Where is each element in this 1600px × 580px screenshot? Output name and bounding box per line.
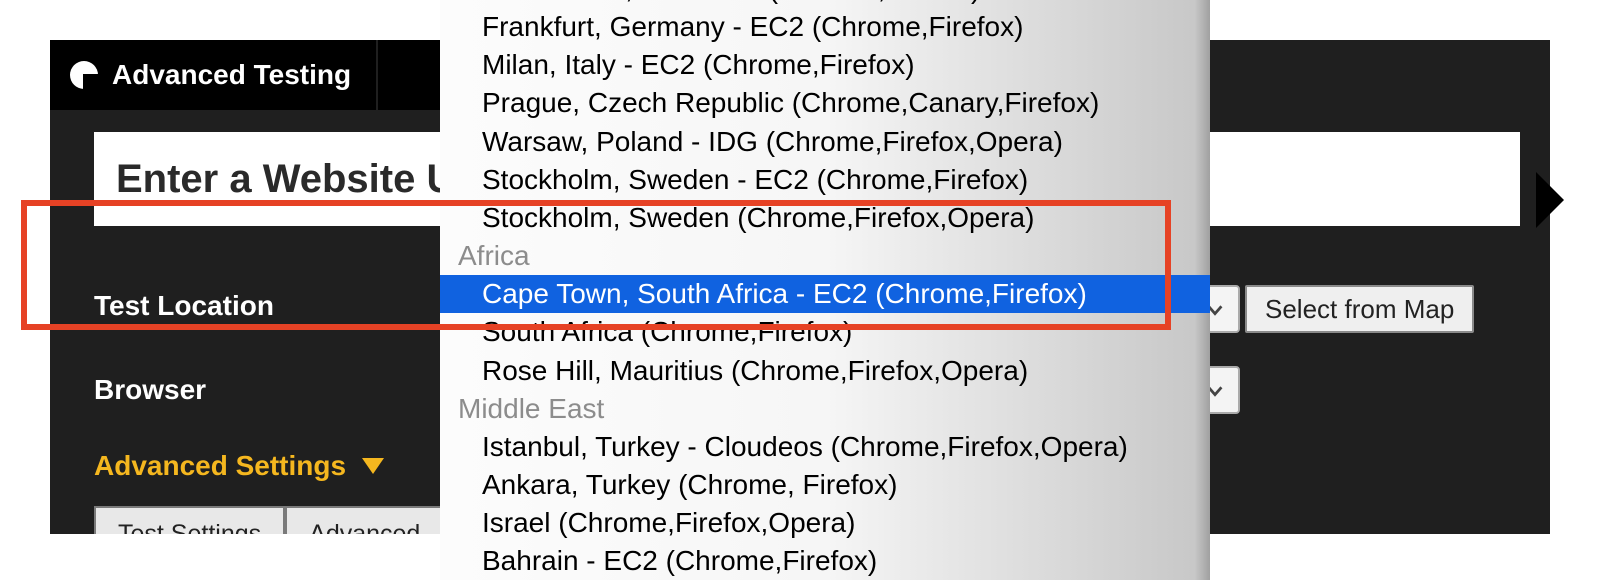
dropdown-option[interactable]: Istanbul, Turkey - Cloudeos (Chrome,Fire… [440, 428, 1210, 466]
tab-test-settings-label: Test Settings [118, 520, 261, 534]
browser-label: Browser [94, 374, 206, 406]
test-location-dropdown-menu[interactable]: Amsterdam, NL - GCE (Chrome,Firefox)Fran… [440, 0, 1210, 580]
tab-advanced[interactable]: Advanced [285, 506, 444, 534]
dropdown-option[interactable]: Rose Hill, Mauritius (Chrome,Firefox,Ope… [440, 352, 1210, 390]
tab-test-settings[interactable]: Test Settings [94, 506, 285, 534]
tab-advanced-testing-label: Advanced Testing [112, 59, 351, 91]
app-logo-icon [70, 61, 98, 89]
dropdown-option[interactable]: Bahrain - EC2 (Chrome,Firefox) [440, 542, 1210, 580]
dropdown-option[interactable]: Cape Town, South Africa - EC2 (Chrome,Fi… [440, 275, 1210, 313]
dropdown-option[interactable]: South Africa (Chrome,Firefox) [440, 313, 1210, 351]
settings-tab-bar: Test Settings Advanced [94, 506, 444, 534]
dropdown-option[interactable]: Milan, Italy - EC2 (Chrome,Firefox) [440, 46, 1210, 84]
dropdown-option[interactable]: Prague, Czech Republic (Chrome,Canary,Fi… [440, 84, 1210, 122]
dropdown-option[interactable]: Stockholm, Sweden - EC2 (Chrome,Firefox) [440, 161, 1210, 199]
triangle-down-icon [362, 458, 384, 474]
test-location-label: Test Location [94, 290, 274, 322]
dropdown-option[interactable]: Stockholm, Sweden (Chrome,Firefox,Opera) [440, 199, 1210, 237]
dropdown-option[interactable]: Frankfurt, Germany - EC2 (Chrome,Firefox… [440, 8, 1210, 46]
dropdown-option[interactable]: Israel (Chrome,Firefox,Opera) [440, 504, 1210, 542]
tab-advanced-testing[interactable]: Advanced Testing [50, 40, 376, 110]
advanced-settings-toggle[interactable]: Advanced Settings [94, 450, 384, 482]
start-test-arrow-icon[interactable] [1536, 172, 1564, 228]
tab-advanced-label: Advanced [309, 520, 420, 534]
dropdown-option[interactable]: Warsaw, Poland - IDG (Chrome,Firefox,Ope… [440, 123, 1210, 161]
select-from-map-label: Select from Map [1265, 294, 1454, 325]
dropdown-option[interactable]: Amsterdam, NL - GCE (Chrome,Firefox) [440, 0, 1210, 8]
select-from-map-button[interactable]: Select from Map [1245, 285, 1474, 333]
url-input-placeholder: Enter a Website U [116, 157, 455, 202]
dropdown-group-header: Africa [440, 237, 1210, 275]
dropdown-group-header: Middle East [440, 390, 1210, 428]
dropdown-option[interactable]: Ankara, Turkey (Chrome, Firefox) [440, 466, 1210, 504]
advanced-settings-label: Advanced Settings [94, 450, 346, 482]
